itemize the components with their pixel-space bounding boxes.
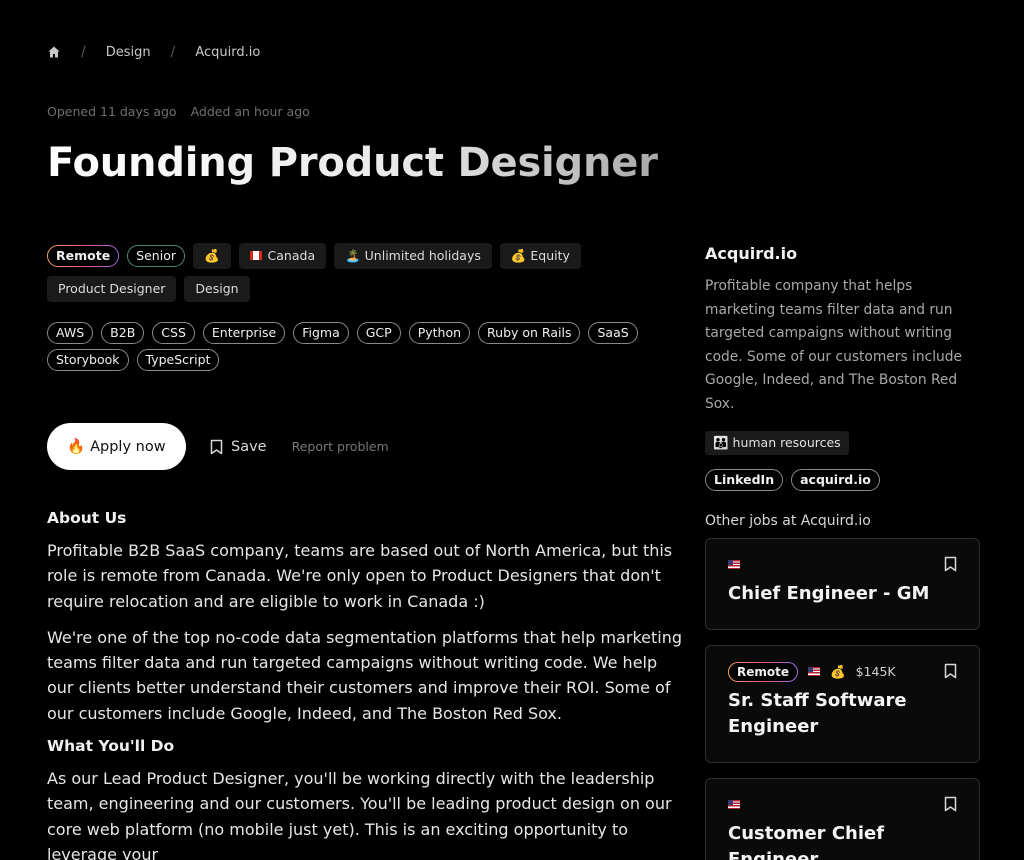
apply-now-button[interactable]: 🔥 Apply now [47, 423, 186, 470]
salary-value: $145K [855, 664, 896, 680]
job-card-title: Customer Chief Engineer [728, 822, 885, 860]
skill-tags: AWS B2B CSS Enterprise Figma GCP Python … [47, 322, 687, 371]
holidays-tag: 🏝️ Unlimited holidays [334, 243, 492, 269]
company-links: LinkedIn acquird.io [705, 468, 980, 491]
other-job-card[interactable]: Remote 💰 $145K Sr. Staff Software Engine… [705, 644, 980, 763]
bookmark-icon[interactable] [944, 663, 957, 679]
role-tag[interactable]: Design [184, 276, 250, 302]
linkedin-link[interactable]: LinkedIn [705, 468, 784, 491]
job-actions: 🔥 Apply now Save Report problem [47, 423, 389, 470]
remote-badge: Remote [47, 245, 119, 267]
company-description: Profitable company that helps marketing … [705, 278, 963, 412]
us-flag-icon [728, 800, 740, 810]
about-paragraph: Profitable B2B SaaS company, teams are b… [47, 541, 673, 611]
company-name: Acquird.io [705, 244, 798, 263]
report-problem-link[interactable]: Report problem [292, 439, 389, 454]
skill-tag[interactable]: B2B [101, 322, 145, 344]
skill-tag[interactable]: Figma [293, 322, 349, 344]
salary-icon: 💰 [830, 663, 846, 679]
save-label: Save [231, 438, 267, 455]
about-paragraph: We're one of the top no-code data segmen… [47, 627, 682, 723]
us-flag-icon [808, 667, 821, 677]
company-sidebar: Acquird.io Profitable company that helps… [705, 244, 980, 860]
canada-flag-icon [249, 251, 262, 260]
breadcrumb-design-link[interactable]: Design [106, 45, 151, 60]
breadcrumb-separator: / [170, 44, 176, 60]
other-jobs-heading: Other jobs at Acquird.io [705, 512, 871, 529]
bookmark-icon[interactable] [944, 796, 957, 812]
job-meta: Opened 11 days ago Added an hour ago [47, 104, 310, 119]
location-label: Canada [267, 248, 316, 263]
job-card-tags [728, 557, 957, 573]
industry-tag: 👪 human resources [705, 430, 849, 455]
bookmark-icon [210, 439, 223, 454]
what-you-do-paragraph: As our Lead Product Designer, you'll be … [47, 769, 672, 860]
job-card-title: Chief Engineer - GM [728, 582, 930, 604]
skill-tag[interactable]: CSS [152, 322, 195, 344]
website-link[interactable]: acquird.io [791, 468, 880, 491]
role-tags: Product Designer Design [47, 276, 250, 302]
skill-tag[interactable]: Python [408, 322, 471, 344]
added-date: Added an hour ago [190, 104, 310, 119]
level-badge: Senior [127, 245, 185, 267]
skill-tag[interactable]: Enterprise [202, 322, 286, 344]
save-button[interactable]: Save [210, 439, 267, 455]
bookmark-icon[interactable] [944, 556, 957, 572]
skill-tag[interactable]: Ruby on Rails [478, 322, 581, 344]
home-icon[interactable] [47, 45, 61, 59]
breadcrumb-separator: / [81, 44, 86, 60]
page-title: Founding Product Designer [47, 140, 658, 186]
breadcrumb: / Design / Acquird.io [47, 44, 260, 60]
other-job-card[interactable]: Customer Chief Engineer [705, 777, 980, 860]
what-you-do-heading: What You'll Do [47, 737, 175, 756]
equity-tag: 💰 Equity [499, 243, 581, 269]
location-tag: Canada [238, 243, 327, 269]
job-card-tags: Remote 💰 $145K [728, 662, 957, 682]
skill-tag[interactable]: Storybook [47, 349, 129, 371]
job-card-tags [728, 797, 957, 813]
skill-tag[interactable]: TypeScript [136, 349, 220, 371]
skill-tag[interactable]: GCP [356, 322, 401, 344]
other-job-card[interactable]: Chief Engineer - GM [705, 537, 980, 630]
role-tag[interactable]: Product Designer [47, 276, 177, 302]
job-tags: Remote Senior 💰 Canada 🏝️ Unlimited holi… [47, 243, 667, 269]
job-card-title: Sr. Staff Software Engineer [728, 689, 907, 737]
job-description: About Us Profitable B2B SaaS company, te… [47, 509, 687, 860]
skill-tag[interactable]: AWS [47, 322, 94, 344]
opened-date: Opened 11 days ago [47, 104, 177, 119]
breadcrumb-company-link[interactable]: Acquird.io [195, 45, 260, 60]
skill-tag[interactable]: SaaS [588, 322, 638, 344]
salary-tag: 💰 [192, 243, 231, 269]
remote-badge: Remote [728, 662, 798, 682]
about-heading: About Us [47, 509, 127, 527]
us-flag-icon [728, 560, 740, 570]
